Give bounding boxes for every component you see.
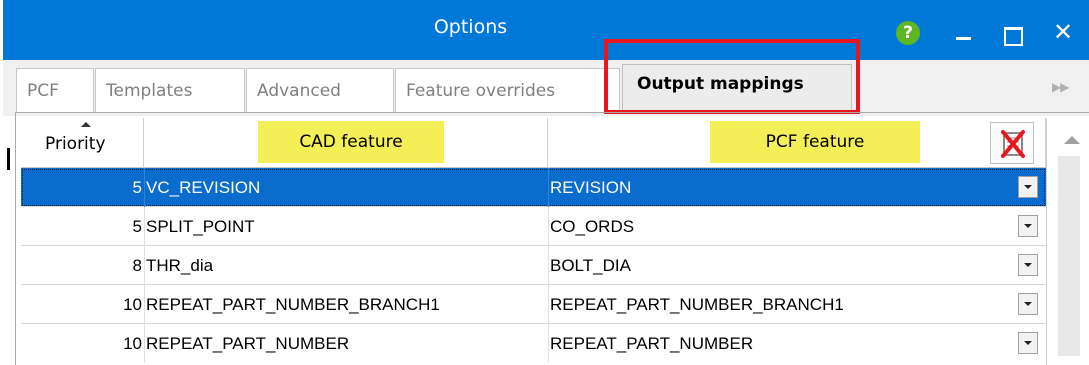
delete-mapping-button[interactable] [990, 122, 1034, 164]
table-row[interactable]: 8 THR_dia BOLT_DIA [21, 246, 1046, 285]
pcf-feature-cell[interactable]: REPEAT_PART_NUMBER_BRANCH1 [548, 285, 1046, 324]
table-row[interactable]: 10 REPEAT_PART_NUMBER_BRANCH1 REPEAT_PAR… [21, 285, 1046, 324]
pcf-feature-cell[interactable]: REVISION [548, 168, 1046, 207]
pcf-feature-cell[interactable]: BOLT_DIA [548, 246, 1046, 285]
priority-cell[interactable]: 5 [21, 207, 144, 246]
tab-advanced[interactable]: Advanced [246, 68, 394, 112]
sort-ascending-icon [81, 122, 91, 127]
left-edge-mark [7, 148, 10, 170]
cad-feature-cell[interactable]: THR_dia [144, 246, 548, 285]
vertical-scrollbar[interactable] [1046, 118, 1089, 365]
scrollbar-thumb[interactable] [1058, 156, 1080, 356]
pcf-feature-value: CO_ORDS [550, 217, 635, 236]
chevron-down-icon[interactable] [1018, 215, 1038, 237]
minimize-icon[interactable] [949, 19, 979, 49]
table-row[interactable]: 10 REPEAT_PART_NUMBER REPEAT_PART_NUMBER [21, 324, 1046, 365]
tab-templates[interactable]: Templates [95, 68, 245, 112]
chevron-down-icon[interactable] [1018, 293, 1038, 315]
cad-feature-cell[interactable]: REPEAT_PART_NUMBER [144, 324, 548, 363]
cad-feature-cell[interactable]: REPEAT_PART_NUMBER_BRANCH1 [144, 285, 548, 324]
close-icon[interactable]: ✕ [1046, 15, 1080, 49]
tab-scroll-right-icon[interactable]: ▶▶ [1052, 80, 1069, 94]
column-header-cad-label: CAD feature [258, 121, 444, 163]
table-row[interactable]: 5 SPLIT_POINT CO_ORDS [21, 207, 1046, 246]
pcf-feature-value: REPEAT_PART_NUMBER [550, 334, 754, 353]
column-header-priority-label: Priority [45, 134, 106, 154]
window-title: Options [433, 16, 508, 38]
column-header-pcf-label: PCF feature [710, 121, 920, 163]
pcf-feature-value: REVISION [550, 178, 632, 197]
chevron-down-icon[interactable] [1018, 176, 1038, 198]
column-header-priority[interactable]: Priority [21, 118, 144, 168]
pcf-feature-value: REPEAT_PART_NUMBER_BRANCH1 [550, 295, 844, 314]
scroll-up-icon[interactable] [1064, 136, 1080, 144]
priority-cell[interactable]: 5 [21, 168, 144, 207]
delete-column-icon [1001, 130, 1025, 158]
priority-cell[interactable]: 10 [21, 324, 144, 363]
tab-pcf[interactable]: PCF [16, 68, 94, 112]
pcf-feature-value: BOLT_DIA [550, 256, 631, 275]
cad-feature-cell[interactable]: VC_REVISION [144, 168, 548, 207]
column-header-pcf-feature[interactable]: PCF feature [548, 118, 1046, 168]
chevron-down-icon[interactable] [1018, 254, 1038, 276]
cad-feature-cell[interactable]: SPLIT_POINT [144, 207, 548, 246]
table-row[interactable]: 5 VC_REVISION REVISION [21, 168, 1046, 207]
priority-cell[interactable]: 8 [21, 246, 144, 285]
pcf-feature-cell[interactable]: CO_ORDS [548, 207, 1046, 246]
help-icon[interactable]: ? [896, 21, 920, 45]
pcf-feature-cell[interactable]: REPEAT_PART_NUMBER [548, 324, 1046, 363]
annotation-highlight-box [604, 39, 860, 114]
priority-cell[interactable]: 10 [21, 285, 144, 324]
column-header-cad-feature[interactable]: CAD feature [144, 118, 548, 168]
tab-feature-overrides[interactable]: Feature overrides [395, 68, 620, 112]
title-bar: Options ? ✕ [3, 0, 1089, 60]
chevron-down-icon[interactable] [1018, 332, 1038, 354]
maximize-icon[interactable] [997, 19, 1027, 49]
